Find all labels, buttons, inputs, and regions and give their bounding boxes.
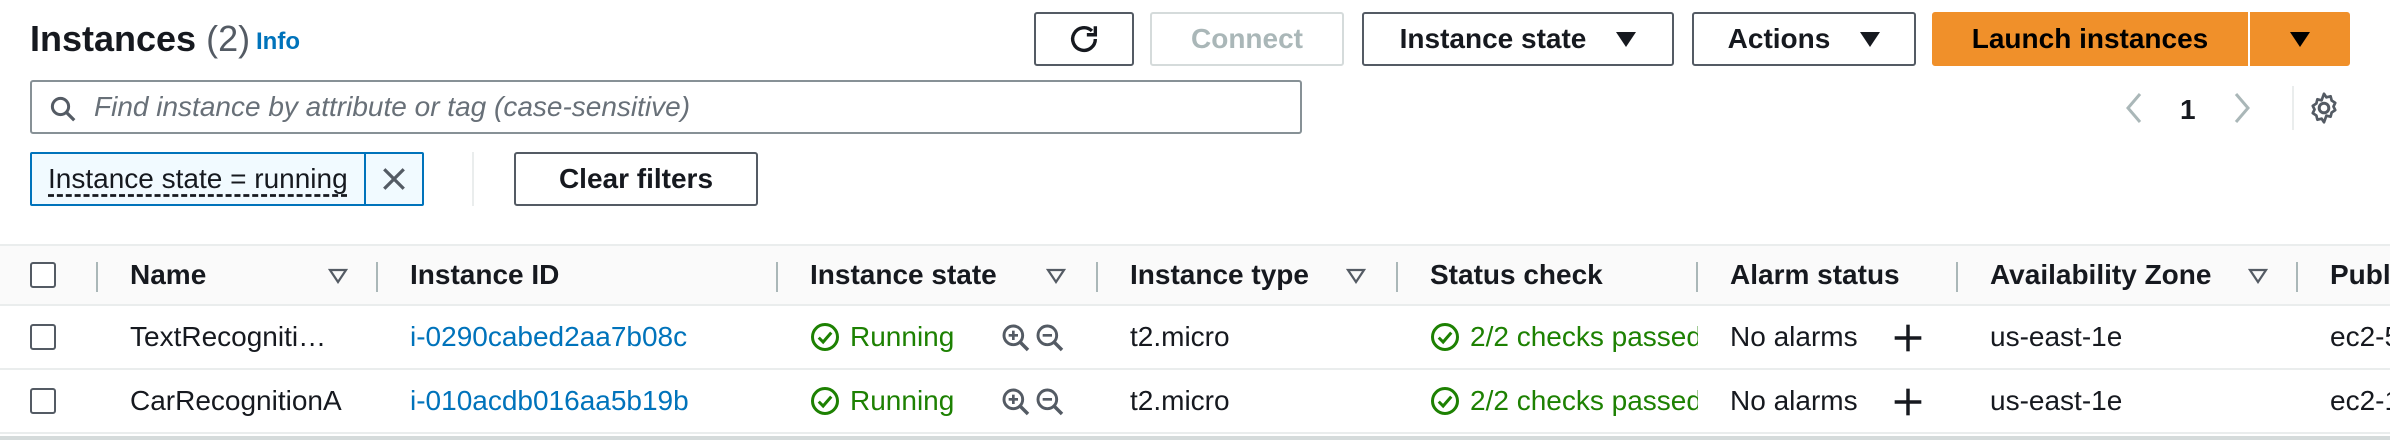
launch-instances-button[interactable]: Launch instances — [1932, 12, 2248, 66]
instance-state-label: Instance state — [1399, 23, 1587, 54]
sort-icon[interactable] — [328, 268, 348, 284]
refresh-button[interactable] — [1034, 12, 1134, 66]
add-alarm-icon[interactable] — [1892, 322, 1924, 354]
add-alarm-icon[interactable] — [1892, 386, 1924, 418]
instance-state-text: Running — [850, 321, 955, 352]
column-header-instance-type[interactable]: Instance type — [1130, 246, 1309, 304]
search-icon — [50, 96, 76, 122]
chevron-left-icon[interactable] — [2122, 90, 2146, 126]
column-header-alarm-status[interactable]: Alarm status — [1730, 246, 1900, 304]
caret-down-icon — [2290, 31, 2310, 47]
instance-state: Running — [810, 306, 954, 368]
actions-dropdown[interactable]: Actions — [1692, 12, 1916, 66]
instance-id-link[interactable]: i-010acdb016aa5b19b — [410, 370, 689, 432]
table-row[interactable]: CarRecognitionA i-010acdb016aa5b19b Runn… — [0, 370, 2390, 434]
refresh-icon — [1070, 26, 1098, 52]
column-header-availability-zone[interactable]: Availability Zone — [1990, 246, 2211, 304]
row-checkbox[interactable] — [30, 324, 56, 350]
instance-state: Running — [810, 370, 954, 432]
column-header-public-dns[interactable]: Publ — [2330, 246, 2390, 304]
column-divider — [1696, 262, 1698, 292]
clear-filters-label: Clear filters — [558, 163, 714, 194]
select-all-checkbox[interactable] — [30, 262, 56, 288]
instance-state-text: Running — [850, 385, 955, 416]
sort-icon[interactable] — [1046, 268, 1066, 284]
launch-options-button[interactable] — [2250, 12, 2350, 66]
column-header-instance-id[interactable]: Instance ID — [410, 246, 559, 304]
sort-icon[interactable] — [1346, 268, 1366, 284]
column-divider — [96, 262, 98, 292]
table-header: Name Instance ID Instance state Instance… — [0, 244, 2390, 306]
availability-zone: us-east-1e — [1990, 321, 2123, 352]
check-circle-icon — [1431, 323, 1459, 351]
status-check-text: 2/2 checks passed — [1470, 321, 1698, 352]
column-header-instance-state[interactable]: Instance state — [810, 246, 997, 304]
table-row[interactable]: TextRecogniti… i-0290cabed2aa7b08c Runni… — [0, 306, 2390, 370]
search-field[interactable] — [30, 80, 1302, 134]
column-divider — [2296, 262, 2298, 292]
column-divider — [776, 262, 778, 292]
status-check[interactable]: 2/2 checks passed — [1430, 370, 1698, 432]
caret-down-icon — [1616, 31, 1637, 47]
launch-instances-label: Launch instances — [1971, 23, 2209, 54]
zoom-out-icon[interactable] — [1034, 322, 1066, 354]
column-divider — [1956, 262, 1958, 292]
check-circle-icon — [811, 387, 839, 415]
status-check-text: 2/2 checks passed — [1470, 385, 1698, 416]
table-bottom-border — [0, 436, 2390, 440]
clear-filters-button[interactable]: Clear filters — [514, 152, 758, 206]
zoom-in-icon[interactable] — [1000, 322, 1032, 354]
actions-label: Actions — [1727, 23, 1831, 54]
status-check[interactable]: 2/2 checks passed — [1430, 306, 1698, 368]
instance-count: (2) — [206, 18, 251, 59]
close-icon — [382, 168, 405, 190]
column-divider — [376, 262, 378, 292]
column-header-name[interactable]: Name — [130, 246, 206, 304]
connect-button[interactable]: Connect — [1150, 12, 1344, 66]
instance-type: t2.micro — [1130, 385, 1230, 416]
check-circle-icon — [1431, 387, 1459, 415]
row-checkbox[interactable] — [30, 388, 56, 414]
zoom-in-icon[interactable] — [1000, 386, 1032, 418]
column-header-status-check[interactable]: Status check — [1430, 246, 1603, 304]
check-circle-icon — [811, 323, 839, 351]
instance-state-dropdown[interactable]: Instance state — [1362, 12, 1674, 66]
column-divider — [1396, 262, 1398, 292]
alarm-status: No alarms — [1730, 385, 1858, 416]
column-divider — [1096, 262, 1098, 292]
instance-id-link[interactable]: i-0290cabed2aa7b08c — [410, 306, 687, 368]
filter-token-label[interactable]: Instance state = running — [32, 163, 364, 195]
gear-icon[interactable] — [2306, 90, 2342, 126]
pager-divider — [2292, 86, 2294, 130]
caret-down-icon — [1860, 31, 1881, 47]
filter-divider — [472, 152, 474, 206]
availability-zone: us-east-1e — [1990, 385, 2123, 416]
sort-icon[interactable] — [2248, 268, 2268, 284]
page-title: Instances (2) — [30, 18, 250, 60]
remove-filter-button[interactable] — [363, 154, 422, 204]
search-input[interactable] — [92, 90, 1276, 124]
filter-token: Instance state = running — [30, 152, 424, 206]
page-number[interactable]: 1 — [2180, 94, 2196, 126]
chevron-right-icon[interactable] — [2230, 90, 2254, 126]
zoom-out-icon[interactable] — [1034, 386, 1066, 418]
connect-label: Connect — [1191, 23, 1303, 54]
info-link[interactable]: Info — [256, 28, 300, 56]
page-title-text: Instances — [30, 18, 197, 59]
instance-type: t2.micro — [1130, 321, 1230, 352]
instance-name: CarRecognitionA — [130, 385, 342, 416]
public-dns: ec2-5 — [2330, 321, 2390, 352]
instance-name: TextRecogniti… — [130, 321, 327, 352]
alarm-status: No alarms — [1730, 321, 1858, 352]
public-dns: ec2-1 — [2330, 385, 2390, 416]
